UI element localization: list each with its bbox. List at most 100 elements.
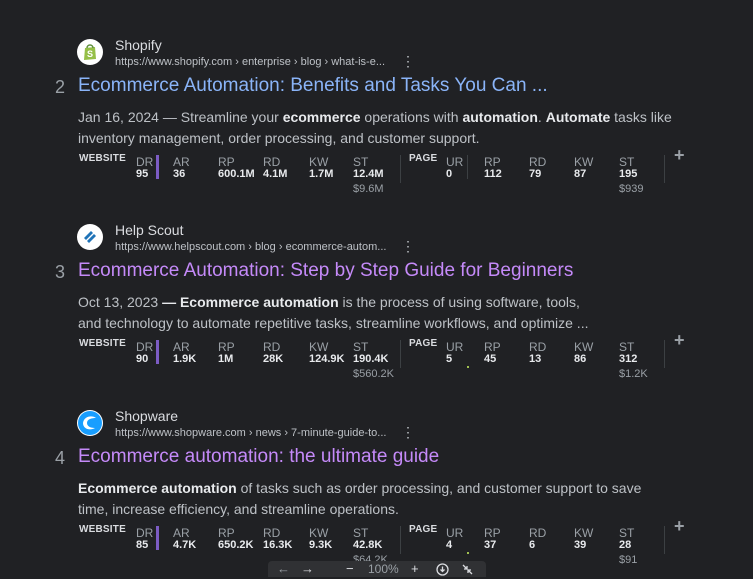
page-st-cost-value: $939 (619, 183, 644, 195)
snippet-highlight: — (162, 294, 180, 310)
kw-value[interactable]: 1.7M (309, 168, 333, 180)
zoom-out-button[interactable]: − (346, 562, 354, 576)
rd-label: RD (263, 155, 281, 169)
metrics-divider (400, 526, 401, 554)
page-rd-value[interactable]: 79 (529, 168, 541, 180)
st-label: ST (353, 526, 369, 540)
metrics-divider (664, 155, 665, 183)
kw-value[interactable]: 124.9K (309, 353, 344, 365)
st-label: ST (353, 155, 369, 169)
ar-value[interactable]: 1.9K (173, 353, 196, 365)
page-st-cost-value: $91 (619, 554, 638, 566)
shopware-icon (77, 410, 103, 436)
dr-value[interactable]: 95 (136, 168, 148, 180)
kw-label: KW (309, 526, 329, 540)
rp-value[interactable]: 1M (218, 353, 233, 365)
st-value[interactable]: 190.4K (353, 353, 388, 365)
ur-value[interactable]: 4 (446, 539, 452, 551)
dr-bar (156, 340, 159, 364)
ar-value[interactable]: 4.7K (173, 539, 196, 551)
zoom-in-button[interactable]: + (411, 562, 419, 576)
result-rank: 2 (55, 77, 66, 97)
dr-bar (156, 155, 159, 179)
result-source[interactable]: Shopware https://www.shopware.com › news… (77, 408, 497, 439)
snippet-text: — Streamline your (162, 109, 283, 125)
rd-label: RD (263, 526, 281, 540)
page-rp-value[interactable]: 45 (484, 353, 496, 365)
page-kw-label: KW (574, 340, 594, 354)
page-rp-label: RP (484, 526, 501, 540)
ur-label: UR (446, 155, 464, 169)
rd-value[interactable]: 16.3K (263, 539, 292, 551)
add-icon[interactable]: + (674, 330, 685, 351)
page-kw-value[interactable]: 86 (574, 353, 586, 365)
result-title-link[interactable]: Ecommerce Automation: Step by Step Guide… (78, 260, 573, 282)
page-st-value[interactable]: 312 (619, 353, 637, 365)
ur-label: UR (446, 340, 464, 354)
snippet-highlight: automation (462, 109, 538, 125)
svg-text:S: S (87, 49, 93, 59)
result-title-link[interactable]: Ecommerce Automation: Benefits and Tasks… (78, 75, 548, 97)
dr-value[interactable]: 90 (136, 353, 148, 365)
more-options-icon[interactable]: ⋮ (401, 239, 415, 253)
ar-value[interactable]: 36 (173, 168, 185, 180)
snippet-date: Jan 16, 2024 (78, 109, 159, 125)
dr-bar (156, 526, 159, 550)
page-metrics-label: PAGE (409, 524, 438, 535)
snippet-text: . (537, 109, 546, 125)
result-snippet: Ecommerce automation of tasks such as or… (78, 478, 658, 520)
page-rd-label: RD (529, 526, 547, 540)
website-metrics-label: WEBSITE (79, 524, 126, 535)
website-metrics-label: WEBSITE (79, 153, 126, 164)
dr-value[interactable]: 85 (136, 539, 148, 551)
page-st-label: ST (619, 340, 635, 354)
page-rd-value[interactable]: 6 (529, 539, 535, 551)
metrics-divider (664, 340, 665, 368)
add-icon[interactable]: + (674, 145, 685, 166)
result-source[interactable]: Help Scout https://www.helpscout.com › b… (77, 222, 497, 253)
dr-label: DR (136, 155, 154, 169)
result-source[interactable]: S Shopify https://www.shopify.com › ente… (77, 37, 497, 68)
result-rank: 3 (55, 262, 66, 282)
ur-indicator (467, 552, 469, 554)
ur-value[interactable]: 0 (446, 168, 452, 180)
site-url: https://www.shopware.com › news › 7-minu… (115, 427, 387, 439)
ur-value[interactable]: 5 (446, 353, 452, 365)
rp-value[interactable]: 650.2K (218, 539, 253, 551)
st-value[interactable]: 42.8K (353, 539, 382, 551)
forward-arrow-icon[interactable]: → (301, 562, 314, 576)
page-metrics-label: PAGE (409, 338, 438, 349)
result-rank: 4 (55, 448, 66, 468)
kw-value[interactable]: 9.3K (309, 539, 332, 551)
helpscout-icon (77, 224, 103, 250)
page-rp-value[interactable]: 37 (484, 539, 496, 551)
page-kw-value[interactable]: 39 (574, 539, 586, 551)
dr-label: DR (136, 340, 154, 354)
website-metrics-label: WEBSITE (79, 338, 126, 349)
page-st-value[interactable]: 195 (619, 168, 637, 180)
result-snippet: Oct 13, 2023 — Ecommerce automation is t… (78, 292, 598, 334)
page-rp-label: RP (484, 155, 501, 169)
page-kw-value[interactable]: 87 (574, 168, 586, 180)
more-options-icon[interactable]: ⋮ (401, 54, 415, 68)
page-st-value[interactable]: 28 (619, 539, 631, 551)
site-url: https://www.shopify.com › enterprise › b… (115, 56, 385, 68)
page-st-cost-value: $1.2K (619, 368, 648, 380)
ar-label: AR (173, 526, 190, 540)
snippet-highlight: ecommerce (282, 109, 361, 125)
back-arrow-icon[interactable]: ← (277, 562, 290, 576)
page-rd-value[interactable]: 13 (529, 353, 541, 365)
rd-value[interactable]: 28K (263, 353, 283, 365)
rp-value[interactable]: 600.1M (218, 168, 255, 180)
st-value[interactable]: 12.4M (353, 168, 384, 180)
seo-metrics-bar: WEBSITE DR 95 AR 36 RP 600.1M RD 4.1M KW… (0, 145, 753, 203)
result-title-link[interactable]: Ecommerce automation: the ultimate guide (78, 446, 439, 468)
page-kw-label: KW (574, 155, 594, 169)
add-icon[interactable]: + (674, 516, 685, 537)
metrics-divider (400, 155, 401, 183)
more-options-icon[interactable]: ⋮ (401, 425, 415, 439)
page-rp-value[interactable]: 112 (484, 168, 502, 180)
site-url: https://www.helpscout.com › blog › ecomm… (115, 241, 387, 253)
rd-value[interactable]: 4.1M (263, 168, 287, 180)
result-snippet: Jan 16, 2024 — Streamline your ecommerce… (78, 107, 678, 149)
